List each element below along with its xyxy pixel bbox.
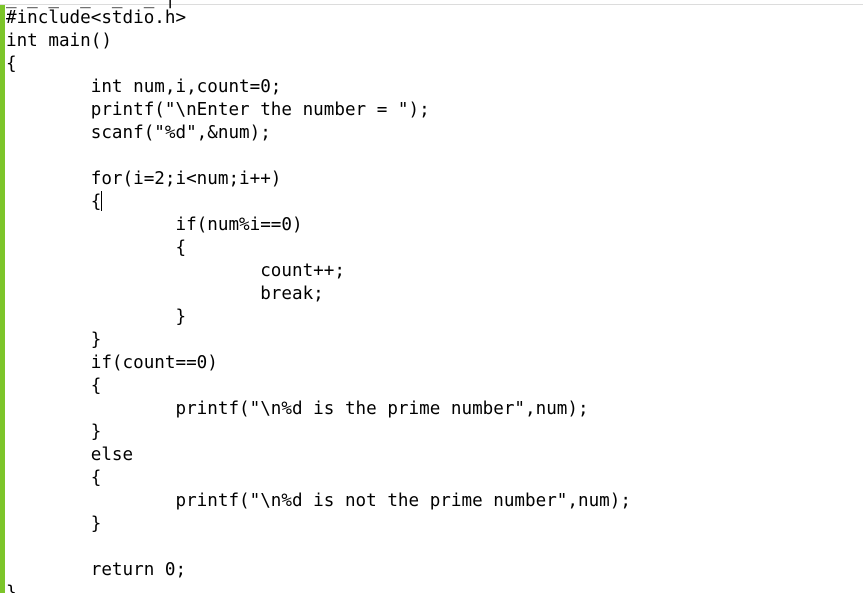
code-line[interactable]: if(num%i==0) [6, 214, 631, 237]
code-line[interactable]: break; [6, 283, 631, 306]
code-line[interactable]: printf("\nEnter the number = "); [6, 99, 631, 122]
code-line[interactable] [6, 536, 631, 559]
code-line[interactable]: printf("\n%d is not the prime number",nu… [6, 490, 630, 513]
code-line[interactable]: { [6, 191, 631, 214]
code-line[interactable]: } [6, 421, 631, 444]
code-editor[interactable]: _ _ _ _ _ _ | #include<stdio.h>int main(… [0, 0, 863, 593]
code-line[interactable]: if(count==0) [6, 352, 631, 375]
code-line[interactable]: count++; [6, 260, 631, 283]
code-line[interactable]: #include<stdio.h> [6, 7, 631, 30]
code-line[interactable]: int num,i,count=0; [6, 76, 631, 99]
code-line[interactable]: } [6, 306, 631, 329]
code-line[interactable]: } [6, 513, 631, 536]
code-line[interactable]: return 0; [6, 559, 631, 582]
code-text-area[interactable]: #include<stdio.h> int main(){ int num,i,c… [6, 7, 631, 593]
code-line[interactable]: int main() [6, 30, 631, 53]
code-line[interactable]: { [6, 467, 631, 490]
code-line[interactable]: scanf("%d",&num); [6, 122, 631, 145]
change-marker-bar [0, 5, 5, 593]
code-line[interactable]: { [6, 53, 631, 76]
code-line[interactable]: else [6, 444, 631, 467]
code-line[interactable]: for(i=2;i<num;i++) [6, 168, 631, 191]
code-line[interactable]: } [6, 329, 631, 352]
code-line[interactable] [6, 145, 631, 168]
code-line[interactable]: { [6, 237, 631, 260]
code-line[interactable]: { [6, 375, 631, 398]
code-line[interactable]: } [6, 582, 631, 593]
text-cursor [101, 191, 103, 211]
code-line[interactable]: printf("\n%d is the prime number",num); [6, 398, 631, 421]
